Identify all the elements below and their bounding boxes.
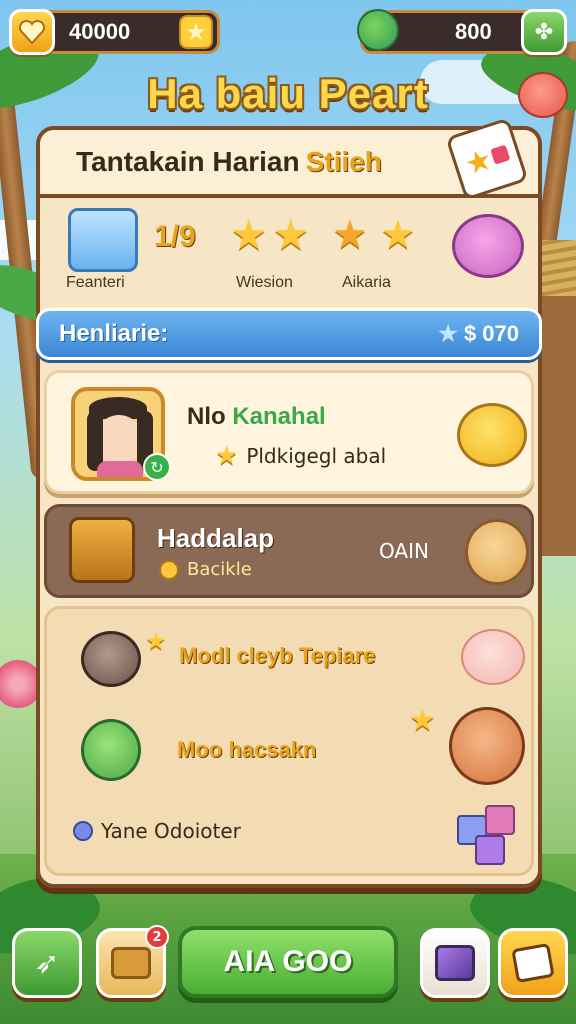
- info-bar-label: Henliarie:: [59, 320, 169, 347]
- level-progress: 1/9: [154, 220, 196, 253]
- chest-icon: [111, 947, 151, 979]
- coins-value: 40000: [69, 19, 131, 44]
- star-icon: ★: [230, 210, 268, 259]
- ice-box-icon: [68, 208, 138, 272]
- quest-row-3[interactable]: Yane Odoioter: [73, 819, 241, 843]
- settings-button[interactable]: [498, 928, 568, 998]
- gem-icon: ★: [438, 321, 458, 346]
- gems-counter[interactable]: 800 ✤: [357, 9, 567, 55]
- card2-title: Haddalap: [157, 523, 275, 553]
- gems-value: 800: [455, 19, 492, 44]
- star-icon: ★: [332, 212, 368, 258]
- play-button[interactable]: AIA GOO: [178, 926, 398, 998]
- star-icon: ★: [179, 15, 213, 49]
- card2-subtitle: Bacikle: [187, 559, 252, 580]
- quest-card[interactable]: Haddalap Bacikle OAIN: [44, 504, 534, 598]
- dog-creature-icon: [465, 519, 529, 585]
- card1-subtitle: Pldkigegl abal: [246, 444, 387, 468]
- card1-title-2: Kanahal: [232, 403, 326, 430]
- star-icon: ★: [145, 627, 167, 655]
- star-icon: ★: [215, 441, 239, 471]
- blocks-icon: [457, 805, 527, 867]
- star-icon: ★: [380, 212, 416, 258]
- chest-button[interactable]: 2: [96, 925, 169, 998]
- clover-icon: ✤: [534, 19, 554, 45]
- shop-button[interactable]: [420, 928, 490, 998]
- pink-blob-icon: [461, 629, 525, 685]
- pink-bear-icon: [452, 214, 524, 278]
- info-bar-value: $ 070: [463, 321, 519, 346]
- star-icon: ★: [409, 703, 436, 738]
- heart-icon: [9, 9, 55, 55]
- coin-icon: [159, 559, 179, 580]
- cube-icon: [435, 945, 475, 981]
- info-bar[interactable]: Henliarie: ★ $ 070: [36, 308, 542, 360]
- card2-subtitle-row: Bacikle: [159, 559, 252, 580]
- stats-row: Feanteri 1/9 ★ ★ Wiesion ★ ★ Aikaria: [40, 202, 538, 308]
- card1-subtitle-row: ★ Pldkigegl abal: [215, 441, 386, 471]
- label-mid: Wiesion: [236, 274, 293, 291]
- info-bar-value-group: ★ $ 070: [438, 321, 519, 347]
- card1-title-1: Nlo: [187, 403, 226, 430]
- refresh-icon[interactable]: ↻: [143, 453, 171, 481]
- panel-header-highlight: Stiieh: [305, 146, 382, 177]
- buffalo-creature-icon: [81, 631, 141, 687]
- quest-row-1[interactable]: Modl cleyb Tepiare: [179, 643, 375, 669]
- rocket-icon: ➶: [34, 945, 60, 981]
- coins-counter[interactable]: 40000 ★: [9, 9, 220, 55]
- quest-list: ★ Modl cleyb Tepiare Moo hacsakn ★ Yane …: [44, 606, 534, 876]
- label-left: Feanteri: [66, 274, 125, 291]
- quest-row-3-text: Yane Odoioter: [101, 819, 241, 843]
- notification-badge: 2: [145, 925, 169, 949]
- green-cat-icon: [81, 719, 141, 781]
- rabbit-creature-icon: [449, 707, 525, 785]
- card2-value: OAIN: [379, 539, 429, 563]
- game-title: Ha baiu Peart: [147, 70, 429, 117]
- parrot-icon: [357, 9, 399, 51]
- card1-title: Nlo Kanahal: [187, 403, 326, 431]
- label-right: Aikaria: [342, 274, 391, 291]
- box-icon: [511, 942, 555, 984]
- main-panel: Tantakain Harian Stiieh ★ Feanteri 1/9 ★…: [36, 117, 542, 888]
- gem-icon: [73, 821, 93, 841]
- star-icon: ★: [272, 210, 310, 259]
- panel-header-text: Tantakain Harian: [76, 146, 300, 177]
- add-gems-button[interactable]: ✤: [521, 9, 567, 55]
- profile-card[interactable]: ↻ Nlo Kanahal ★ Pldkigegl abal: [44, 370, 534, 494]
- bag-icon: [69, 517, 135, 583]
- rocket-button[interactable]: ➶: [12, 928, 82, 998]
- quest-row-2[interactable]: Moo hacsakn: [177, 737, 316, 763]
- yellow-creature-icon: [457, 403, 527, 467]
